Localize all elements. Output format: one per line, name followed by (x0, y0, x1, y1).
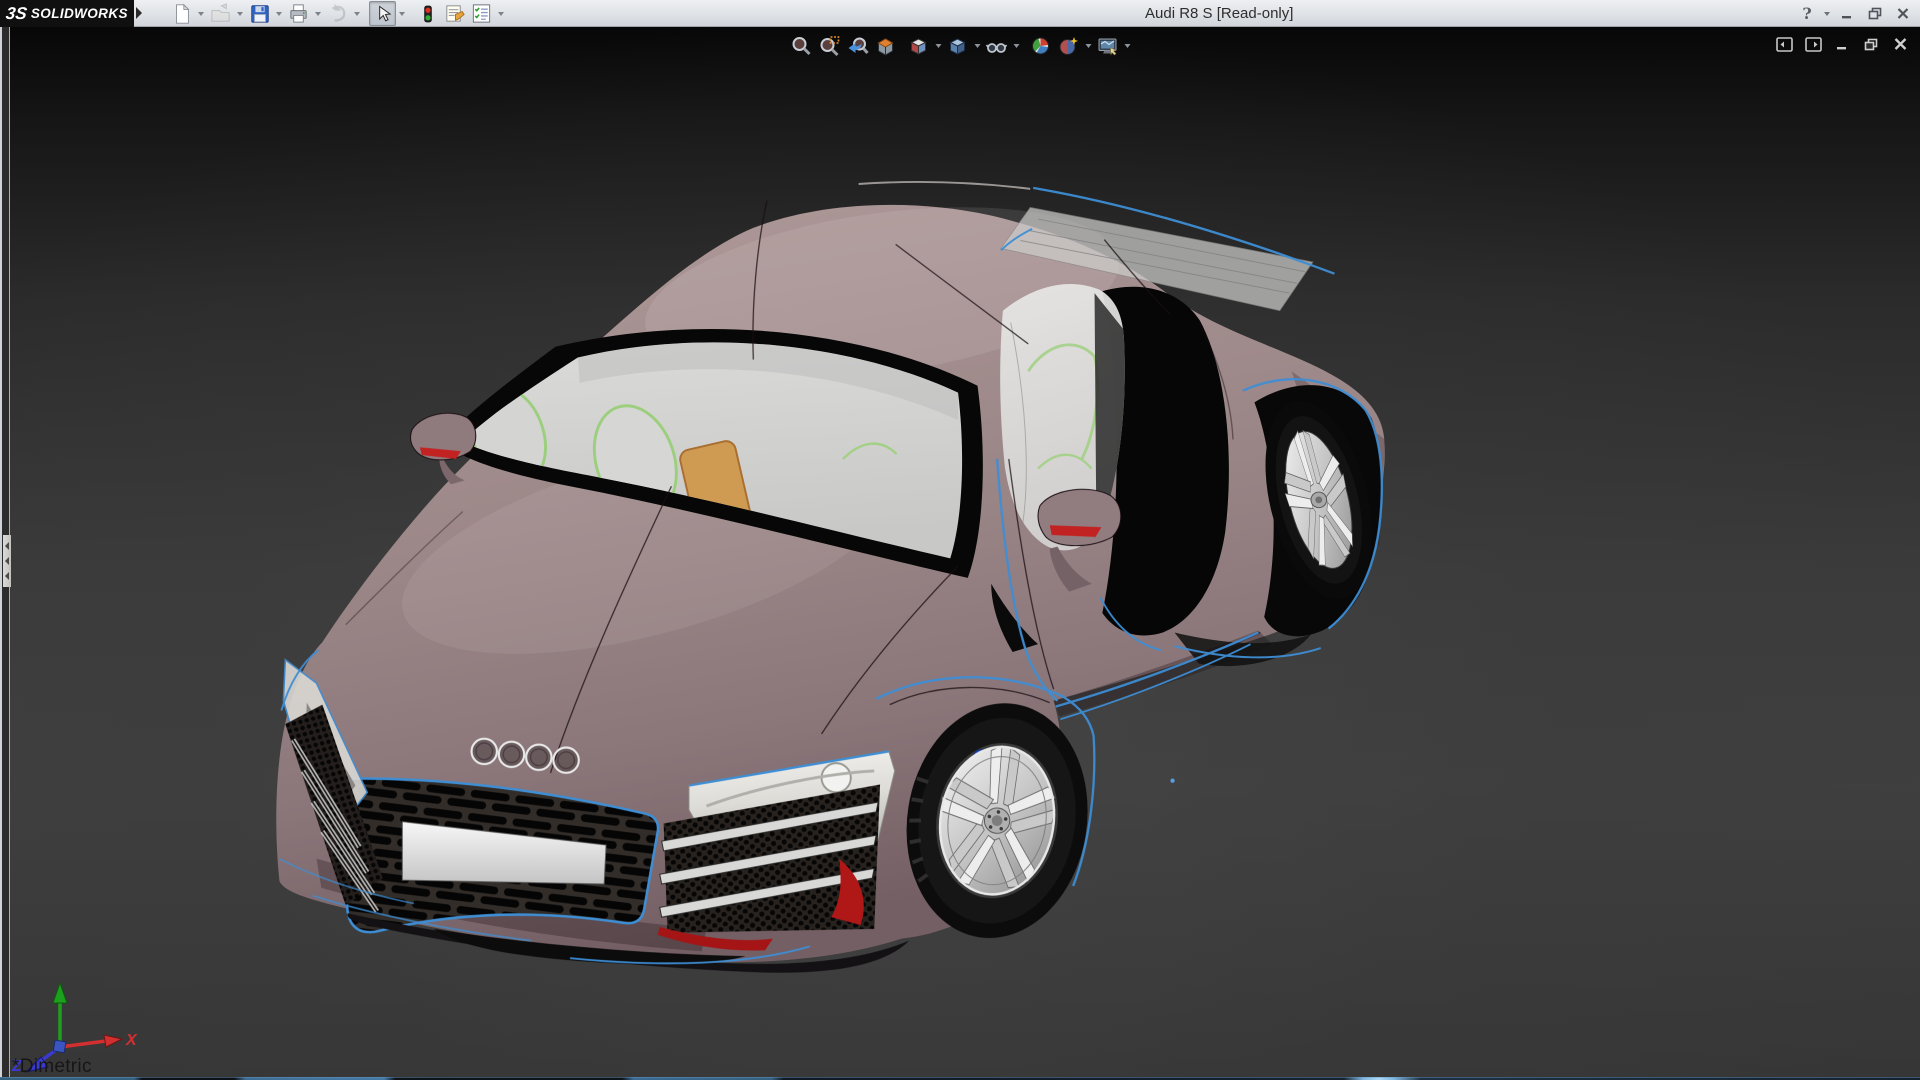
help-dropdown[interactable] (1824, 12, 1830, 16)
titlebar-controls: ? (1796, 0, 1914, 27)
graphics-area[interactable]: X Z *Dimetric (0, 27, 1920, 1080)
print-dropdown[interactable] (312, 1, 324, 26)
open-button[interactable] (207, 1, 234, 26)
restore-icon (1868, 7, 1883, 20)
hide-show-items-button[interactable] (983, 33, 1011, 59)
view-settings-icon (1097, 35, 1119, 57)
splitter-arrow-icon (5, 557, 9, 565)
restore-button[interactable] (1864, 4, 1886, 24)
view-orientation-button[interactable] (905, 33, 933, 59)
options-dropdown[interactable] (495, 1, 507, 26)
view-orientation-label: *Dimetric (12, 1056, 92, 1078)
select-button[interactable] (369, 1, 396, 26)
view-settings-button[interactable] (1094, 33, 1122, 59)
help-button[interactable]: ? (1796, 4, 1818, 24)
menu-expand-arrow[interactable] (136, 7, 142, 19)
doc-restore-icon (1864, 38, 1879, 51)
doc-restore-button[interactable] (1861, 35, 1881, 53)
traffic-light-icon (418, 3, 438, 25)
undo-icon (326, 2, 349, 25)
splitter-handle[interactable] (3, 535, 11, 587)
doc-close-button[interactable] (1890, 35, 1910, 53)
view-orientation-icon (908, 35, 930, 57)
new-document-button[interactable] (168, 1, 195, 26)
new-document-icon (171, 3, 193, 25)
open-folder-icon (209, 2, 232, 25)
view-orientation-dropdown[interactable] (933, 33, 944, 59)
logo-3s-glyph: 3S (5, 4, 29, 24)
car-model (276, 181, 1390, 973)
minimize-icon (1840, 8, 1854, 20)
zoom-to-fit-icon (791, 35, 813, 57)
edit-appearance-button[interactable] (1055, 33, 1083, 59)
save-floppy-icon (249, 3, 271, 25)
options-button[interactable] (468, 1, 495, 26)
view-settings-dropdown[interactable] (1122, 33, 1133, 59)
select-cursor-icon (373, 4, 393, 24)
hide-show-items-dropdown[interactable] (1011, 33, 1022, 59)
options-checklist-icon (470, 2, 493, 25)
open-dropdown[interactable] (234, 1, 246, 26)
solidworks-window: 3S SOLIDWORKS (0, 0, 1920, 1080)
display-style-button[interactable] (944, 33, 972, 59)
zoom-to-fit-button[interactable] (788, 33, 816, 59)
zoom-to-area-icon (819, 35, 841, 57)
previous-view-button[interactable] (844, 33, 872, 59)
close-icon (1896, 7, 1910, 20)
save-button[interactable] (246, 1, 273, 26)
doc-close-icon (1893, 37, 1908, 51)
doc-minimize-icon (1835, 38, 1849, 51)
feature-tree-splitter[interactable] (0, 27, 10, 1080)
undo-dropdown[interactable] (351, 1, 363, 26)
apply-scene-icon (1030, 35, 1052, 57)
vertex-marker (1170, 779, 1174, 783)
hide-show-items-icon (986, 35, 1008, 57)
collapse-left-pane-button[interactable] (1774, 35, 1794, 53)
splitter-arrow-icon (5, 572, 9, 580)
print-icon (287, 2, 310, 25)
edit-appearance-icon (1058, 35, 1080, 57)
previous-view-icon (847, 35, 869, 57)
close-button[interactable] (1892, 4, 1914, 24)
model-canvas[interactable] (0, 27, 1920, 1080)
display-style-dropdown[interactable] (972, 33, 983, 59)
window-title: Audi R8 S [Read-only] (1145, 5, 1293, 22)
file-properties-icon (443, 2, 466, 25)
undo-button[interactable] (324, 1, 351, 26)
apply-scene-button[interactable] (1027, 33, 1055, 59)
display-style-icon (947, 35, 969, 57)
document-window-controls (1774, 35, 1910, 53)
splitter-arrow-icon (5, 542, 9, 550)
triad-x-label: X (125, 1032, 138, 1049)
title-bar: 3S SOLIDWORKS (0, 0, 1920, 27)
file-properties-button[interactable] (441, 1, 468, 26)
rebuild-button[interactable] (414, 1, 441, 26)
collapse-right-pane-icon (1805, 37, 1822, 52)
section-view-button[interactable] (872, 33, 900, 59)
select-dropdown[interactable] (396, 1, 408, 26)
help-icon: ? (1802, 4, 1811, 23)
logo-wordmark: SOLIDWORKS (31, 6, 128, 21)
minimize-button[interactable] (1836, 4, 1858, 24)
section-view-icon (875, 35, 897, 57)
print-button[interactable] (285, 1, 312, 26)
edit-appearance-dropdown[interactable] (1083, 33, 1094, 59)
solidworks-logo: 3S SOLIDWORKS (0, 0, 134, 27)
heads-up-view-toolbar (788, 33, 1133, 59)
main-toolbar (168, 1, 507, 26)
new-document-dropdown[interactable] (195, 1, 207, 26)
doc-minimize-button[interactable] (1832, 35, 1852, 53)
zoom-to-area-button[interactable] (816, 33, 844, 59)
collapse-left-pane-icon (1776, 37, 1793, 52)
collapse-right-pane-button[interactable] (1803, 35, 1823, 53)
save-dropdown[interactable] (273, 1, 285, 26)
